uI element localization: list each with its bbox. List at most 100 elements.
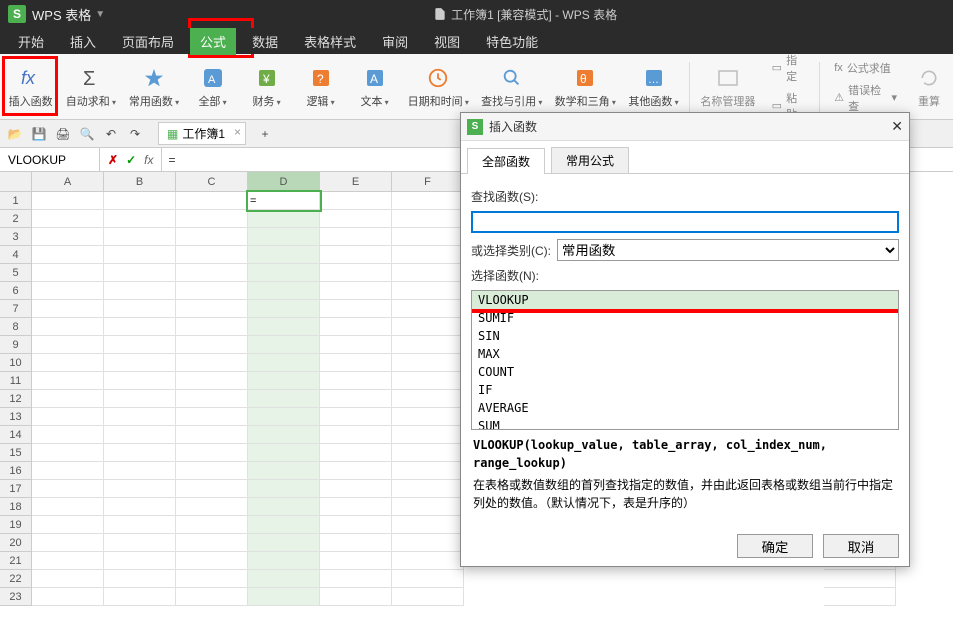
- cell[interactable]: [392, 246, 464, 264]
- column-header[interactable]: E: [320, 172, 392, 192]
- row-header[interactable]: 21: [0, 552, 32, 570]
- menu-页面布局[interactable]: 页面布局: [112, 28, 184, 55]
- cell[interactable]: [176, 354, 248, 372]
- cell[interactable]: [248, 408, 320, 426]
- cell[interactable]: [176, 462, 248, 480]
- row-header[interactable]: 19: [0, 516, 32, 534]
- cell[interactable]: [104, 462, 176, 480]
- cell[interactable]: [104, 282, 176, 300]
- dialog-tab[interactable]: 全部函数: [467, 148, 545, 174]
- column-header[interactable]: A: [32, 172, 104, 192]
- cell[interactable]: [32, 192, 104, 210]
- cell[interactable]: [32, 426, 104, 444]
- menu-插入[interactable]: 插入: [60, 28, 106, 55]
- cell[interactable]: [32, 390, 104, 408]
- cell[interactable]: [392, 516, 464, 534]
- lookup-fn-button[interactable]: 查找与引用 ▾: [477, 61, 546, 113]
- cell[interactable]: [824, 570, 896, 588]
- cell[interactable]: [104, 588, 176, 606]
- cell[interactable]: [320, 552, 392, 570]
- cell[interactable]: [320, 408, 392, 426]
- math-fn-button[interactable]: θ 数学和三角 ▾: [551, 61, 620, 113]
- function-list[interactable]: VLOOKUPSUMIFSINMAXCOUNTIFAVERAGESUM: [471, 290, 899, 430]
- cell[interactable]: [248, 264, 320, 282]
- cell[interactable]: [104, 354, 176, 372]
- row-header[interactable]: 23: [0, 588, 32, 606]
- dialog-titlebar[interactable]: S 插入函数 ✕: [461, 113, 909, 141]
- cell[interactable]: [104, 480, 176, 498]
- row-header[interactable]: 3: [0, 228, 32, 246]
- menu-公式[interactable]: 公式: [190, 28, 236, 55]
- cell[interactable]: [320, 192, 392, 210]
- cell[interactable]: [104, 390, 176, 408]
- cell[interactable]: [320, 588, 392, 606]
- cell[interactable]: [32, 462, 104, 480]
- workbook-tab[interactable]: ▦ 工作簿1 ×: [158, 122, 246, 145]
- cell[interactable]: [392, 534, 464, 552]
- row-header[interactable]: 12: [0, 390, 32, 408]
- row-header[interactable]: 7: [0, 300, 32, 318]
- cell[interactable]: [32, 498, 104, 516]
- formula-input[interactable]: =: [162, 153, 181, 167]
- cell[interactable]: [248, 246, 320, 264]
- row-header[interactable]: 17: [0, 480, 32, 498]
- cancel-formula-icon[interactable]: ✗: [108, 153, 118, 167]
- cell[interactable]: [176, 444, 248, 462]
- function-item[interactable]: VLOOKUP: [472, 291, 898, 309]
- cell[interactable]: [32, 264, 104, 282]
- cell[interactable]: [392, 372, 464, 390]
- accept-formula-icon[interactable]: ✓: [126, 153, 136, 167]
- cell[interactable]: [248, 462, 320, 480]
- cell[interactable]: [320, 534, 392, 552]
- cell[interactable]: [104, 408, 176, 426]
- other-fn-button[interactable]: … 其他函数 ▾: [624, 61, 683, 113]
- cell[interactable]: [176, 570, 248, 588]
- cell[interactable]: [248, 516, 320, 534]
- row-header[interactable]: 11: [0, 372, 32, 390]
- function-item[interactable]: SUM: [472, 417, 898, 430]
- column-header[interactable]: B: [104, 172, 176, 192]
- search-fn-input[interactable]: [471, 211, 899, 233]
- cell[interactable]: [104, 300, 176, 318]
- cell[interactable]: [32, 246, 104, 264]
- cell[interactable]: [32, 516, 104, 534]
- cell[interactable]: [248, 210, 320, 228]
- row-header[interactable]: 13: [0, 408, 32, 426]
- row-header[interactable]: 22: [0, 570, 32, 588]
- cell[interactable]: [320, 516, 392, 534]
- cell[interactable]: [392, 228, 464, 246]
- cell[interactable]: [392, 390, 464, 408]
- cell[interactable]: [320, 354, 392, 372]
- cell[interactable]: [176, 480, 248, 498]
- cell[interactable]: [392, 408, 464, 426]
- cell[interactable]: [176, 498, 248, 516]
- cell[interactable]: [392, 210, 464, 228]
- menu-视图[interactable]: 视图: [424, 28, 470, 55]
- cell[interactable]: [104, 246, 176, 264]
- cell[interactable]: [248, 426, 320, 444]
- cell[interactable]: [32, 318, 104, 336]
- cell[interactable]: [248, 498, 320, 516]
- cell[interactable]: [32, 282, 104, 300]
- cell[interactable]: =: [248, 192, 320, 210]
- column-header[interactable]: F: [392, 172, 464, 192]
- cell[interactable]: [392, 588, 464, 606]
- cell[interactable]: [32, 300, 104, 318]
- menu-数据[interactable]: 数据: [242, 28, 288, 55]
- cell[interactable]: [824, 588, 896, 606]
- cell[interactable]: [104, 372, 176, 390]
- cell[interactable]: [248, 444, 320, 462]
- row-header[interactable]: 15: [0, 444, 32, 462]
- fx-bar-icon[interactable]: fx: [144, 153, 153, 167]
- cell[interactable]: [176, 192, 248, 210]
- cell[interactable]: [104, 552, 176, 570]
- app-dropdown-icon[interactable]: ▼: [95, 9, 105, 20]
- cell[interactable]: [104, 516, 176, 534]
- datetime-fn-button[interactable]: 日期和时间 ▾: [404, 61, 473, 113]
- cell[interactable]: [104, 426, 176, 444]
- autosum-button[interactable]: Σ 自动求和 ▾: [61, 61, 120, 113]
- error-check-button[interactable]: ⚠错误检查 ▾: [830, 80, 901, 116]
- cell[interactable]: [248, 552, 320, 570]
- cell[interactable]: [32, 444, 104, 462]
- cell[interactable]: [176, 336, 248, 354]
